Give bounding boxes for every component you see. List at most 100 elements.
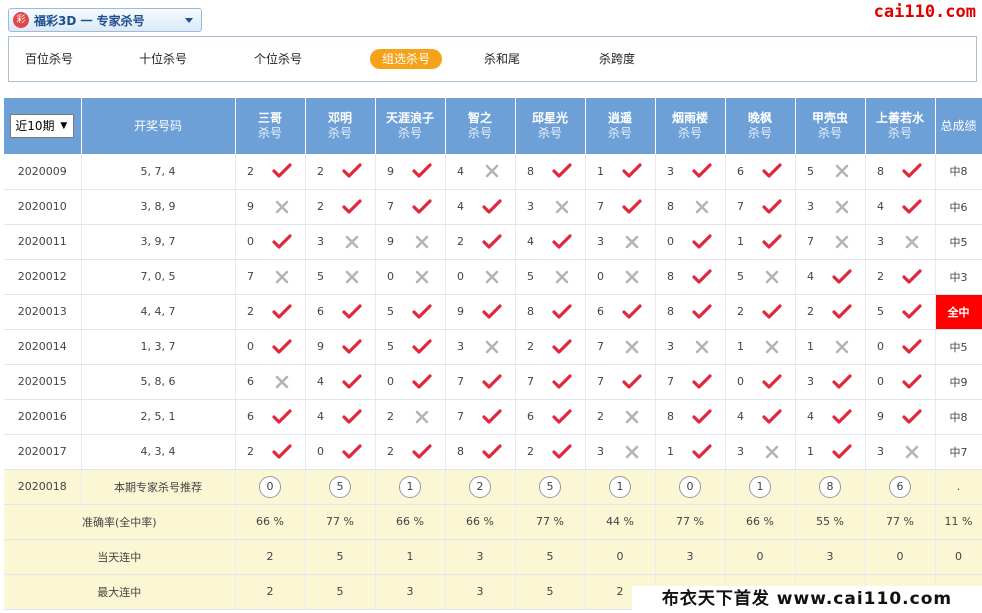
tab-sum-tail-kill[interactable]: 杀和尾: [484, 49, 520, 69]
stat-total: 11 %: [935, 504, 982, 540]
table-row: 2020011 3, 9, 7 0 3 9 2 4 3 0 1 7 3 中5: [4, 224, 982, 260]
pick-wrapper: 4: [796, 408, 865, 425]
pick-wrapper: 6: [306, 303, 375, 320]
expert-pick-cell: 3: [655, 154, 726, 190]
kill-number: 8: [667, 200, 674, 213]
expert-header[interactable]: 晚枫 杀号: [725, 98, 796, 154]
kill-number: 2: [247, 164, 254, 178]
check-icon: [691, 163, 713, 179]
check-icon: [271, 408, 293, 425]
cross-icon: [621, 409, 643, 425]
pick-wrapper: 3: [586, 234, 655, 250]
pick-wrapper: 0: [866, 373, 935, 390]
check-icon: [831, 443, 853, 460]
pick-wrapper: 8: [446, 443, 515, 460]
pick-wrapper: 5: [376, 338, 445, 355]
kill-number: 0: [457, 270, 464, 283]
stat-value: 66 %: [375, 504, 446, 540]
pick-wrapper: 7: [236, 269, 305, 285]
expert-pick-cell: 2: [795, 294, 866, 330]
stat-label: 当天连中: [4, 539, 236, 575]
pick-wrapper: 8: [866, 163, 935, 179]
expert-header[interactable]: 智之 杀号: [445, 98, 516, 154]
pick-wrapper: 9: [376, 234, 445, 250]
expert-header[interactable]: 三哥 杀号: [235, 98, 306, 154]
recommend-label: 本期专家杀号推荐: [81, 469, 236, 505]
pick-wrapper: 1: [796, 339, 865, 355]
kill-number: 0: [247, 340, 254, 353]
pick-wrapper: 2: [306, 163, 375, 179]
expert-header[interactable]: 甲壳虫 杀号: [795, 98, 866, 154]
tab-group-kill[interactable]: 组选杀号: [370, 49, 443, 69]
streak-current-row: 当天连中 2 5 1 3 5 0 3 0 3 0 0: [4, 539, 982, 575]
pick-wrapper: 8: [656, 268, 725, 285]
check-icon: [411, 338, 433, 355]
kill-number: 1: [737, 235, 744, 248]
kill-number: 4: [807, 270, 814, 283]
stat-value: 77 %: [515, 504, 586, 540]
cross-icon: [691, 199, 713, 215]
tab-units-kill[interactable]: 个位杀号: [254, 49, 302, 69]
recommend-cell: 1: [375, 469, 446, 505]
pick-wrapper: 3: [796, 373, 865, 390]
pick-wrapper: 8: [516, 163, 585, 179]
recommend-total: .: [935, 469, 982, 505]
stat-value: 0: [865, 539, 936, 575]
expert-kill-table: 近10期 ▼ 开奖号码 三哥 杀号 邓明 杀号 天涯浪子 杀号 智之 杀号 邱星光 杀号 …: [4, 98, 982, 610]
check-icon: [341, 303, 363, 320]
cross-icon: [341, 234, 363, 250]
kill-number: 3: [877, 445, 884, 458]
recommend-row: 2020018 本期专家杀号推荐 0 5 1 2 5 1 0 1 8 6.: [4, 469, 982, 505]
stat-value: 0: [585, 539, 656, 575]
kill-number: 5: [317, 270, 324, 283]
period-select[interactable]: 近10期 ▼: [10, 114, 75, 138]
kill-number: 8: [667, 305, 674, 318]
kill-number: 6: [247, 410, 254, 423]
expert-pick-cell: 8: [655, 294, 726, 330]
expert-pick-cell: 4: [515, 224, 586, 260]
expert-pick-cell: 8: [865, 154, 936, 190]
kill-number: 9: [317, 340, 324, 353]
expert-pick-cell: 7: [795, 224, 866, 260]
expert-header[interactable]: 烟雨楼 杀号: [655, 98, 726, 154]
expert-header[interactable]: 邱星光 杀号: [515, 98, 586, 154]
stat-value: 2: [235, 574, 306, 610]
pick-wrapper: 1: [726, 339, 795, 355]
expert-header[interactable]: 逍遥 杀号: [585, 98, 656, 154]
lottery-type-dropdown[interactable]: 彩 福彩3D 一 专家杀号: [8, 8, 202, 32]
expert-pick-cell: 2: [235, 434, 306, 470]
pick-wrapper: 7: [446, 408, 515, 425]
expert-pick-cell: 5: [725, 259, 796, 295]
check-icon: [621, 163, 643, 179]
kill-number: 0: [667, 235, 674, 248]
tab-span-kill[interactable]: 杀跨度: [599, 49, 635, 69]
draw-number: 2, 5, 1: [81, 399, 236, 435]
kill-number: 4: [457, 164, 464, 178]
period-header: 近10期 ▼: [4, 98, 82, 154]
pick-wrapper: 7: [586, 198, 655, 215]
kill-number: 2: [247, 445, 254, 458]
tab-hundreds-kill[interactable]: 百位杀号: [25, 49, 73, 69]
kill-number: 1: [807, 340, 814, 353]
tab-tens-kill[interactable]: 十位杀号: [139, 49, 187, 69]
pick-wrapper: 8: [516, 303, 585, 320]
expert-header[interactable]: 上善若水 杀号: [865, 98, 936, 154]
expert-header[interactable]: 邓明 杀号: [305, 98, 376, 154]
cross-icon: [481, 339, 503, 355]
check-icon: [621, 198, 643, 215]
cross-icon: [761, 269, 783, 285]
kill-number: 3: [597, 445, 604, 458]
stat-total: 0: [935, 539, 982, 575]
expert-pick-cell: 2: [235, 294, 306, 330]
recommend-number: 5: [539, 475, 561, 498]
expert-header[interactable]: 天涯浪子 杀号: [375, 98, 446, 154]
kill-number: 0: [387, 270, 394, 283]
expert-pick-cell: 1: [725, 329, 796, 365]
kill-number: 2: [387, 445, 394, 458]
expert-pick-cell: 4: [795, 399, 866, 435]
expert-pick-cell: 7: [445, 364, 516, 400]
kill-number: 6: [247, 375, 254, 388]
pick-wrapper: 1: [656, 443, 725, 460]
check-icon: [411, 303, 433, 320]
expert-pick-cell: 0: [865, 364, 936, 400]
